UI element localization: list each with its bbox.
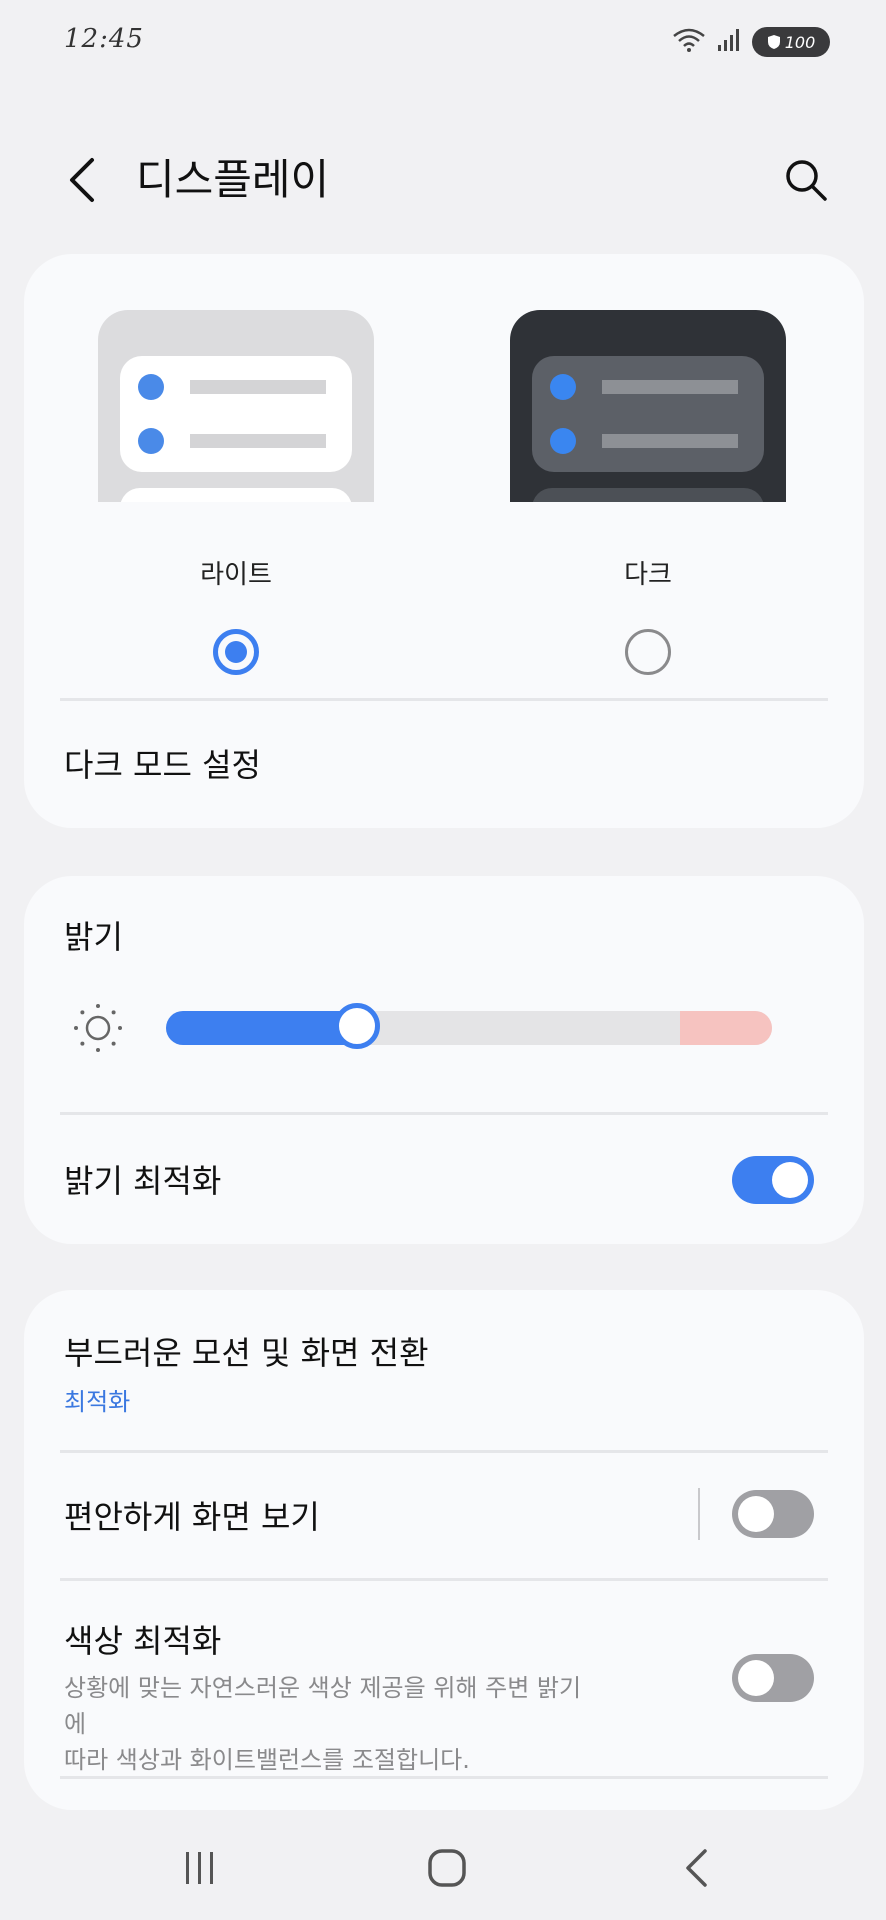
brightness-card: 밝기 밝기 최적화 (24, 876, 864, 1244)
display-options-card: 부드러운 모션 및 화면 전환 최적화 편안하게 화면 보기 색상 최적화 상황… (24, 1290, 864, 1810)
preview-dot (550, 374, 576, 400)
recent-apps-icon (186, 1852, 213, 1884)
divider (60, 1776, 828, 1779)
status-bar: 12:45 100 (0, 0, 886, 80)
preview-panel (532, 356, 764, 472)
slider-fill (166, 1011, 357, 1045)
preview-bar (602, 434, 738, 448)
divider (60, 1578, 828, 1581)
back-button[interactable] (60, 152, 104, 208)
search-button[interactable] (778, 152, 834, 208)
home-icon (428, 1849, 466, 1887)
preview-bar (190, 434, 326, 448)
preview-dot (138, 374, 164, 400)
motion-smoothness-item[interactable]: 부드러운 모션 및 화면 전환 (64, 1328, 429, 1374)
search-icon (786, 160, 827, 201)
theme-option-dark[interactable]: 다크 (510, 310, 786, 675)
home-button[interactable] (407, 1840, 487, 1896)
light-theme-radio[interactable] (213, 629, 259, 675)
back-icon (686, 1849, 707, 1887)
preview-dot (138, 428, 164, 454)
navigation-bar (0, 1810, 886, 1920)
eye-comfort-item[interactable]: 편안하게 화면 보기 (64, 1492, 320, 1538)
dark-theme-radio[interactable] (625, 629, 671, 675)
color-optimize-desc-line1: 상황에 맞는 자연스러운 색상 제공을 위해 주변 밝기에 (64, 1674, 582, 1738)
status-icons: 100 (672, 26, 830, 58)
slider-warning-zone (680, 1011, 772, 1045)
battery-level: 100 (784, 32, 816, 52)
adaptive-brightness-toggle[interactable] (732, 1156, 814, 1204)
eye-comfort-toggle[interactable] (732, 1490, 814, 1538)
slider-thumb[interactable] (333, 1003, 380, 1049)
theme-label-light: 라이트 (200, 560, 272, 590)
nav-back-button[interactable] (656, 1840, 736, 1896)
brightness-title: 밝기 (64, 918, 123, 956)
signal-icon (716, 27, 742, 57)
preview-dot (550, 428, 576, 454)
toggle-knob (772, 1162, 808, 1198)
color-optimize-desc-line2: 따라 색상과 화이트밸런스를 조절합니다. (64, 1746, 470, 1774)
page-title: 디스플레이 (136, 155, 330, 204)
preview-bar (190, 380, 326, 394)
status-time: 12:45 (64, 24, 144, 54)
light-theme-preview[interactable] (98, 310, 374, 502)
divider (60, 1450, 828, 1453)
toggle-knob (738, 1496, 774, 1532)
color-optimize-description: 상황에 맞는 자연스러운 색상 제공을 위해 주변 밝기에 따라 색상과 화이트… (64, 1670, 584, 1778)
battery-icon: 100 (752, 27, 830, 57)
vertical-separator (698, 1488, 700, 1540)
divider (60, 698, 828, 701)
recent-apps-button[interactable] (160, 1840, 240, 1896)
sun-icon (74, 1004, 122, 1052)
dark-theme-preview[interactable] (510, 310, 786, 502)
app-header: 디스플레이 (0, 140, 886, 220)
preview-panel (120, 356, 352, 472)
adaptive-brightness-label: 밝기 최적화 (64, 1162, 222, 1200)
theme-card: 라이트 다크 다크 모드 설정 (24, 254, 864, 828)
color-optimize-toggle[interactable] (732, 1654, 814, 1702)
brightness-slider[interactable] (166, 1011, 772, 1045)
theme-option-light[interactable]: 라이트 (98, 310, 374, 675)
preview-bar (602, 380, 738, 394)
preview-panel (532, 488, 764, 502)
wifi-icon (672, 26, 706, 58)
toggle-knob (738, 1660, 774, 1696)
divider (60, 1112, 828, 1115)
chevron-left-icon (70, 158, 94, 202)
theme-label-dark: 다크 (624, 560, 672, 590)
color-optimize-title[interactable]: 색상 최적화 (64, 1616, 221, 1662)
preview-panel (120, 488, 352, 502)
motion-smoothness-value: 최적화 (64, 1388, 131, 1416)
dark-mode-settings-item[interactable]: 다크 모드 설정 (64, 740, 261, 786)
